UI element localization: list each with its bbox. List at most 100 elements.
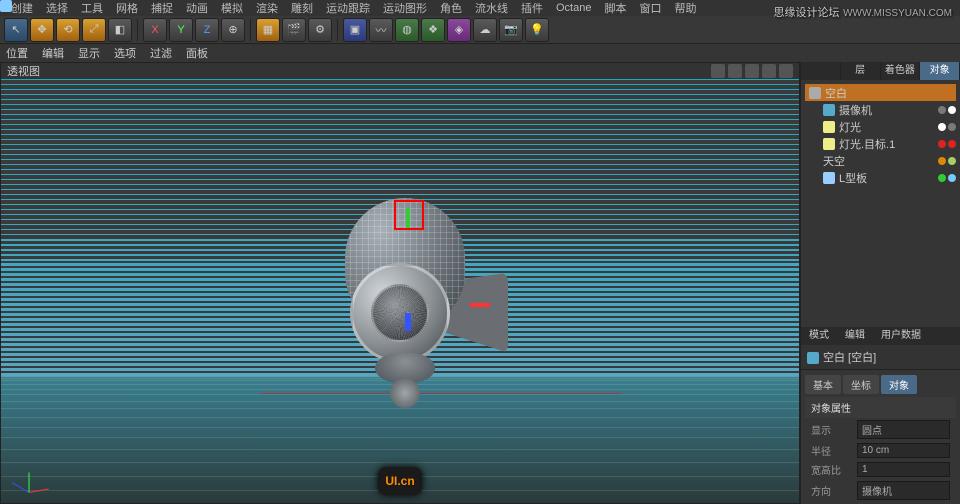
lock-x[interactable]: X — [143, 18, 167, 42]
visibility-dot[interactable] — [938, 123, 946, 131]
render-pict[interactable]: 🎬 — [282, 18, 306, 42]
menu-item[interactable]: 角色 — [435, 0, 467, 16]
property-value[interactable]: 摄像机 — [857, 481, 950, 500]
subbar-item[interactable]: 编辑 — [42, 45, 64, 61]
gizmo-z[interactable] — [405, 313, 411, 331]
object-row[interactable]: 天空 — [805, 152, 956, 169]
attr-tab[interactable]: 用户数据 — [873, 327, 929, 345]
render-view[interactable]: ▦ — [256, 18, 280, 42]
menu-item[interactable]: 渲染 — [251, 0, 283, 16]
viewport-icons — [711, 64, 793, 78]
menu-item[interactable]: 流水线 — [470, 0, 513, 16]
menu-item[interactable]: 帮助 — [669, 0, 701, 16]
gizmo-x[interactable] — [470, 303, 490, 307]
panel-tab[interactable]: 层 — [841, 62, 881, 80]
attr-sub-tabs: 基本坐标对象 — [805, 375, 956, 394]
attr-mode-tabs: 模式编辑用户数据 — [801, 327, 960, 345]
visibility-dot[interactable] — [948, 174, 956, 182]
add-light[interactable]: 💡 — [525, 18, 549, 42]
subbar-item[interactable]: 选项 — [114, 45, 136, 61]
vp-icon[interactable] — [779, 64, 793, 78]
menu-item[interactable]: 模拟 — [216, 0, 248, 16]
lock-z[interactable]: Z — [195, 18, 219, 42]
attr-subtab[interactable]: 对象 — [881, 375, 917, 394]
attr-subtab[interactable]: 坐标 — [843, 375, 879, 394]
render-settings[interactable]: ⚙ — [308, 18, 332, 42]
attr-tab[interactable]: 模式 — [801, 327, 837, 345]
panel-tab[interactable]: 着色器 — [881, 62, 921, 80]
model-rocket[interactable] — [320, 198, 490, 418]
light-icon — [823, 121, 835, 133]
vp-icon[interactable] — [711, 64, 725, 78]
visibility-dot[interactable] — [938, 157, 946, 165]
add-generator[interactable]: ◍ — [395, 18, 419, 42]
subbar-item[interactable]: 位置 — [6, 45, 28, 61]
menu-item[interactable]: 运动跟踪 — [321, 0, 375, 16]
add-generator2[interactable]: ❖ — [421, 18, 445, 42]
subbar-item[interactable]: 显示 — [78, 45, 100, 61]
tool-move[interactable]: ✥ — [30, 18, 54, 42]
vp-icon[interactable] — [728, 64, 742, 78]
property-row: 显示圆点 — [805, 418, 956, 441]
cube-icon — [823, 172, 835, 184]
object-row[interactable]: 摄像机 — [805, 101, 956, 118]
menu-item[interactable]: 捕捉 — [146, 0, 178, 16]
object-tree[interactable]: 空白摄像机灯光灯光.目标.1天空L型板 — [801, 80, 960, 200]
add-primitive[interactable]: ▣ — [343, 18, 367, 42]
property-row: 宽高比1 — [805, 460, 956, 479]
menu-item[interactable]: 窗口 — [634, 0, 666, 16]
property-value[interactable]: 10 cm — [857, 443, 950, 458]
object-row[interactable]: 灯光 — [805, 118, 956, 135]
attr-tab[interactable]: 编辑 — [837, 327, 873, 345]
object-row[interactable]: 空白 — [805, 84, 956, 101]
object-name: L型板 — [839, 170, 867, 186]
attr-group-header: 对象属性 — [805, 397, 956, 418]
coord-system[interactable]: ⊕ — [221, 18, 245, 42]
visibility-dot[interactable] — [938, 106, 946, 114]
property-value[interactable]: 1 — [857, 462, 950, 477]
add-deformer[interactable]: ◈ — [447, 18, 471, 42]
property-label: 显示 — [811, 422, 851, 437]
visibility-dot[interactable] — [948, 140, 956, 148]
menu-item[interactable]: Octane — [551, 2, 596, 14]
visibility-dot[interactable] — [948, 123, 956, 131]
toolbar: ↖ ✥ ⟲ ⤢ ◧ X Y Z ⊕ ▦ 🎬 ⚙ ▣ 〰 ◍ ❖ ◈ ☁ 📷 💡 — [0, 16, 960, 44]
vp-icon[interactable] — [745, 64, 759, 78]
menu-item[interactable]: 雕刻 — [286, 0, 318, 16]
menu-item[interactable]: 网格 — [111, 0, 143, 16]
viewport[interactable]: 透视图 — [0, 62, 800, 504]
visibility-dot[interactable] — [938, 140, 946, 148]
tool-recent[interactable]: ◧ — [108, 18, 132, 42]
subbar-item[interactable]: 过滤 — [150, 45, 172, 61]
property-label: 半径 — [811, 443, 851, 458]
object-row[interactable]: 灯光.目标.1 — [805, 135, 956, 152]
lock-y[interactable]: Y — [169, 18, 193, 42]
object-name: 空白 — [825, 85, 847, 101]
panel-tab[interactable]: 对象 — [920, 62, 960, 80]
property-value[interactable]: 圆点 — [857, 420, 950, 439]
vp-icon[interactable] — [762, 64, 776, 78]
add-spline[interactable]: 〰 — [369, 18, 393, 42]
visibility-dot[interactable] — [938, 174, 946, 182]
viewport-label: 透视图 — [7, 63, 40, 79]
tool-select[interactable]: ↖ — [4, 18, 28, 42]
subbar-item[interactable]: 面板 — [186, 45, 208, 61]
menu-item[interactable]: 插件 — [516, 0, 548, 16]
object-row[interactable]: L型板 — [805, 169, 956, 186]
add-camera[interactable]: 📷 — [499, 18, 523, 42]
menu-item[interactable]: 脚本 — [599, 0, 631, 16]
menu-item[interactable]: 动画 — [181, 0, 213, 16]
object-name: 灯光.目标.1 — [839, 136, 895, 152]
attr-subtab[interactable]: 基本 — [805, 375, 841, 394]
menu-item[interactable]: 工具 — [76, 0, 108, 16]
light-icon — [823, 138, 835, 150]
menu-item[interactable]: 选择 — [41, 0, 73, 16]
panel-tab[interactable] — [801, 62, 841, 80]
tool-rotate[interactable]: ⟲ — [56, 18, 80, 42]
tool-scale[interactable]: ⤢ — [82, 18, 106, 42]
visibility-dot[interactable] — [948, 157, 956, 165]
menu-item[interactable]: 运动图形 — [378, 0, 432, 16]
add-environment[interactable]: ☁ — [473, 18, 497, 42]
object-name: 灯光 — [839, 119, 861, 135]
visibility-dot[interactable] — [948, 106, 956, 114]
